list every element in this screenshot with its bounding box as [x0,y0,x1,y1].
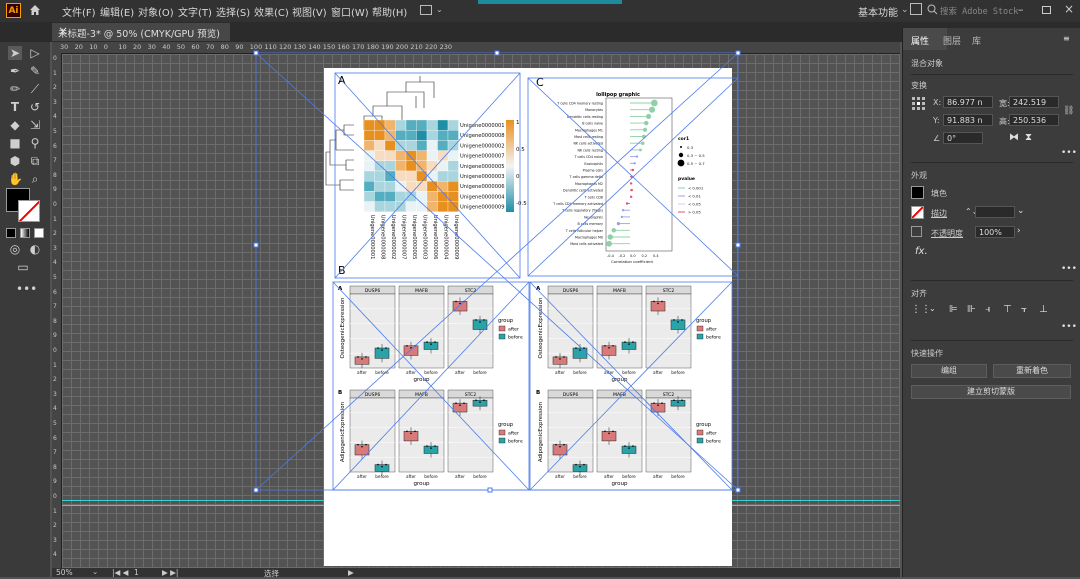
properties-panel: 属性 图层 库 ≡ 混合对象 变换 X: 86.977 n 宽: 242.519… [902,28,1080,577]
next-artboard-icon[interactable]: ▶ ▶| [162,568,178,577]
recolor-button[interactable]: 重新着色 [993,364,1071,378]
effects-icon[interactable]: fx. [915,246,928,257]
scroll-arrow-icon[interactable]: ▶ [348,568,354,577]
quick-actions-title: 快速操作 [911,349,943,358]
resize-handle[interactable] [494,50,500,56]
opacity-icon [911,226,922,237]
appearance-title: 外观 [911,171,927,180]
stock-search-input[interactable]: 搜索 Adobe Stock [940,5,1018,17]
width-field[interactable]: 242.519 [1009,96,1059,108]
tab-layers[interactable]: 图层 [943,34,961,47]
divider [911,340,1073,341]
opacity-label[interactable]: 不透明度 [931,228,963,239]
stroke-weight-field[interactable] [975,206,1015,218]
resize-handle[interactable] [253,242,259,248]
chevron-down-icon[interactable]: ⌄ [901,5,909,15]
status-mode: 选择 [264,569,279,578]
tab-properties[interactable]: 属性 [911,34,929,47]
panel-menu-icon[interactable]: ≡ [1063,34,1070,43]
align-hcenter-icon[interactable]: ⊪ [967,304,976,315]
object-type: 混合对象 [911,59,943,68]
flip-horizontal-icon[interactable]: ⧓ [1009,132,1019,143]
opacity-field[interactable]: 100% [975,226,1015,238]
selection-overlay [253,50,741,493]
zoom-level[interactable]: 50% [56,568,73,577]
resize-handle[interactable] [735,487,741,493]
minimize-button[interactable]: – [1018,3,1024,16]
resize-handle[interactable] [253,487,259,493]
stroke-swatch[interactable] [911,206,924,219]
search-icon [927,4,938,15]
resize-handle[interactable] [487,487,493,493]
align-right-icon[interactable]: ⫣ [985,304,991,315]
stroke-label[interactable]: 描边 [931,208,947,219]
align-left-icon[interactable]: ⊫ [949,304,958,315]
artboard-number[interactable]: 1 [134,568,139,577]
make-clipping-mask-button[interactable]: 建立剪切蒙版 [911,385,1071,399]
y-field[interactable]: 91.883 n [943,114,993,126]
divider [911,280,1073,281]
angle-icon: ∠ [933,134,941,143]
prev-artboard-icon[interactable]: |◀ ◀ [112,568,128,577]
group-button[interactable]: 编组 [911,364,987,378]
align-to-icon[interactable]: ⋮⋮ [911,304,931,315]
transform-title: 变换 [911,81,927,90]
status-bar: 50% ⌄ |◀ ◀ 1 ▶ ▶| 选择 ▶ [52,567,900,578]
chevron-down-icon[interactable]: ⌄ [929,304,936,313]
chevron-down-icon[interactable]: ⌄ [92,567,98,576]
fill-swatch[interactable] [911,186,924,199]
chevron-right-icon[interactable]: › [1017,226,1021,236]
constrain-proportions-icon[interactable]: ⛓ [1063,106,1074,116]
resize-handle[interactable] [735,242,741,248]
resize-handle[interactable] [253,50,259,56]
align-vcenter-icon[interactable]: ⫟ [1021,304,1027,315]
height-field[interactable]: 250.536 [1009,114,1059,126]
align-bottom-icon[interactable]: ⊥ [1039,304,1048,315]
search-panel-icon[interactable] [910,3,922,15]
align-top-icon[interactable]: ⊤ [1003,304,1012,315]
maximize-button[interactable] [1042,6,1051,14]
rotation-field[interactable]: 0° [943,132,983,144]
x-field[interactable]: 86.977 n [943,96,993,108]
x-label: X: [933,98,942,107]
divider [911,74,1073,75]
resize-handle[interactable] [735,50,741,56]
reference-point-icon[interactable] [911,96,925,110]
divider [911,162,1073,163]
tab-libraries[interactable]: 库 [972,34,981,47]
align-title: 对齐 [911,289,927,298]
fill-label[interactable]: 填色 [931,188,947,199]
chevron-down-icon[interactable]: ⌄ [1017,206,1025,216]
y-label: Y: [933,116,940,125]
more-options-icon[interactable]: ••• [1061,148,1077,158]
close-window-button[interactable]: × [1064,2,1074,16]
flip-vertical-icon[interactable]: ⧗ [1025,132,1032,143]
more-options-icon[interactable]: ••• [1061,264,1077,274]
more-options-icon[interactable]: ••• [1061,322,1077,332]
